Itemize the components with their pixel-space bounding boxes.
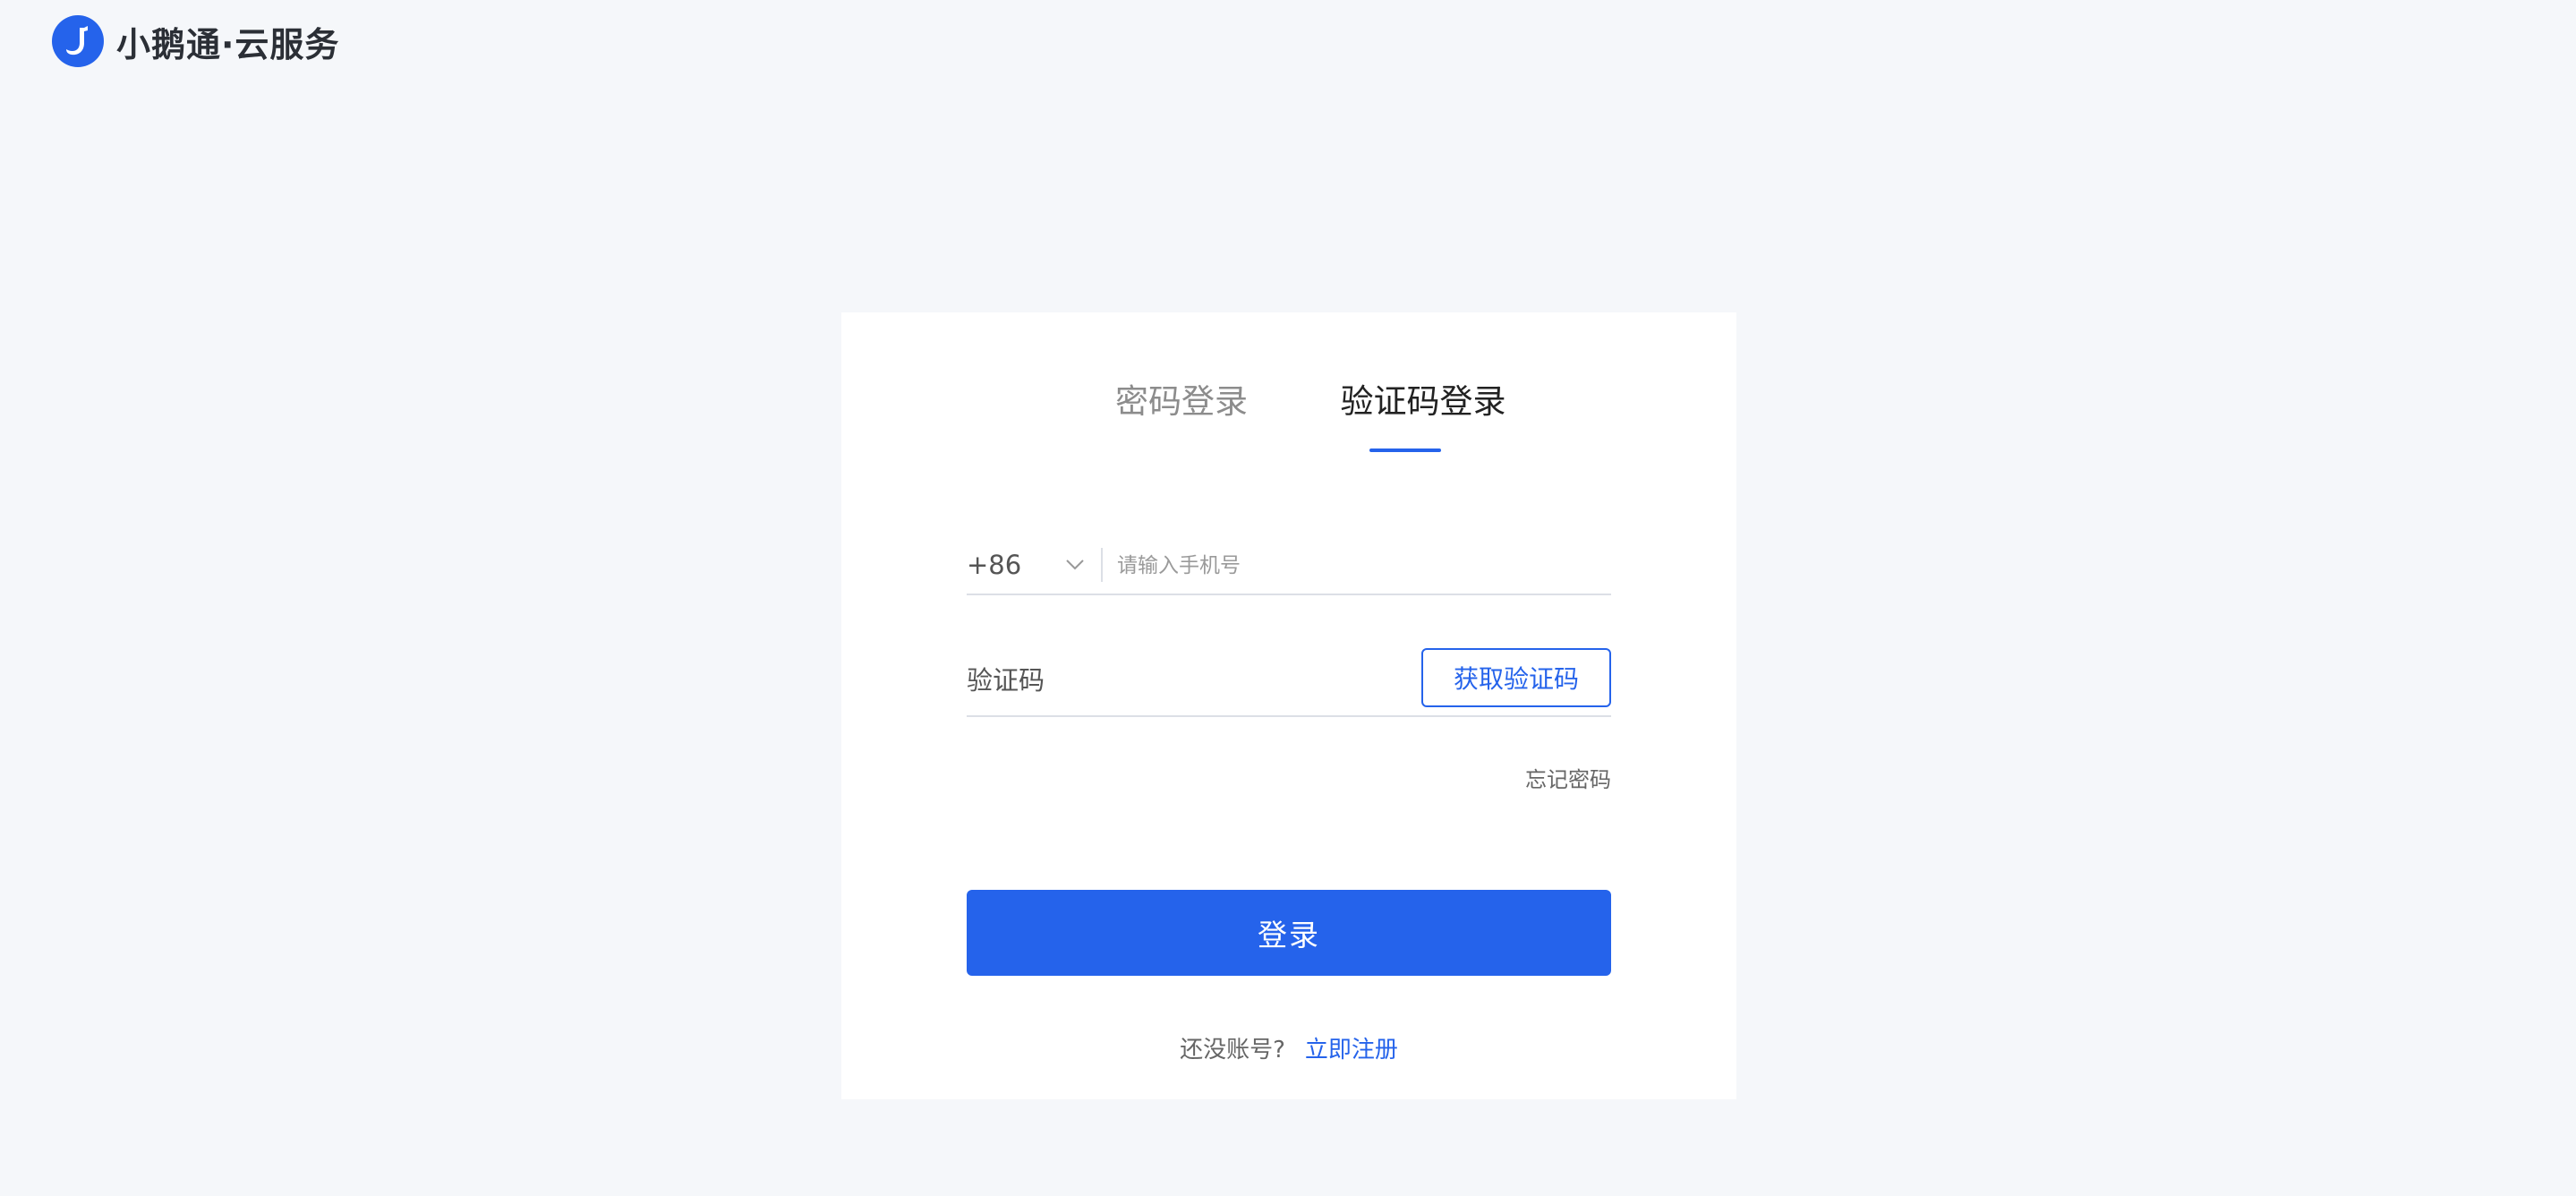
code-row: 获取验证码 bbox=[967, 647, 1611, 717]
login-tabs: 密码登录 验证码登录 bbox=[841, 377, 1736, 454]
chevron-down-icon bbox=[1066, 560, 1084, 570]
register-prompt: 还没账号? 立即注册 bbox=[841, 1031, 1736, 1064]
get-code-button[interactable]: 获取验证码 bbox=[1421, 648, 1611, 707]
header: 小鹅通·云服务 bbox=[52, 14, 339, 68]
forgot-password-link[interactable]: 忘记密码 bbox=[1432, 762, 1611, 793]
phone-row: +86 bbox=[967, 536, 1611, 595]
country-code-select[interactable]: +86 bbox=[967, 536, 1101, 594]
login-card: 密码登录 验证码登录 +86 获取验证码 忘记密码 登录 还没账号? 立即注册 bbox=[841, 312, 1736, 1099]
verification-code-input[interactable] bbox=[967, 647, 1421, 715]
goose-logo-icon[interactable] bbox=[52, 15, 104, 67]
country-code-value: +86 bbox=[967, 550, 1022, 580]
login-button[interactable]: 登录 bbox=[967, 890, 1611, 976]
no-account-text: 还没账号? bbox=[1180, 1037, 1285, 1064]
phone-input[interactable] bbox=[1103, 536, 1611, 594]
tab-sms-login[interactable]: 验证码登录 bbox=[1316, 377, 1531, 427]
active-tab-indicator bbox=[1369, 448, 1441, 452]
tab-password-login[interactable]: 密码登录 bbox=[1092, 377, 1271, 427]
brand-name: 小鹅通·云服务 bbox=[116, 24, 340, 64]
register-link[interactable]: 立即注册 bbox=[1305, 1031, 1398, 1064]
